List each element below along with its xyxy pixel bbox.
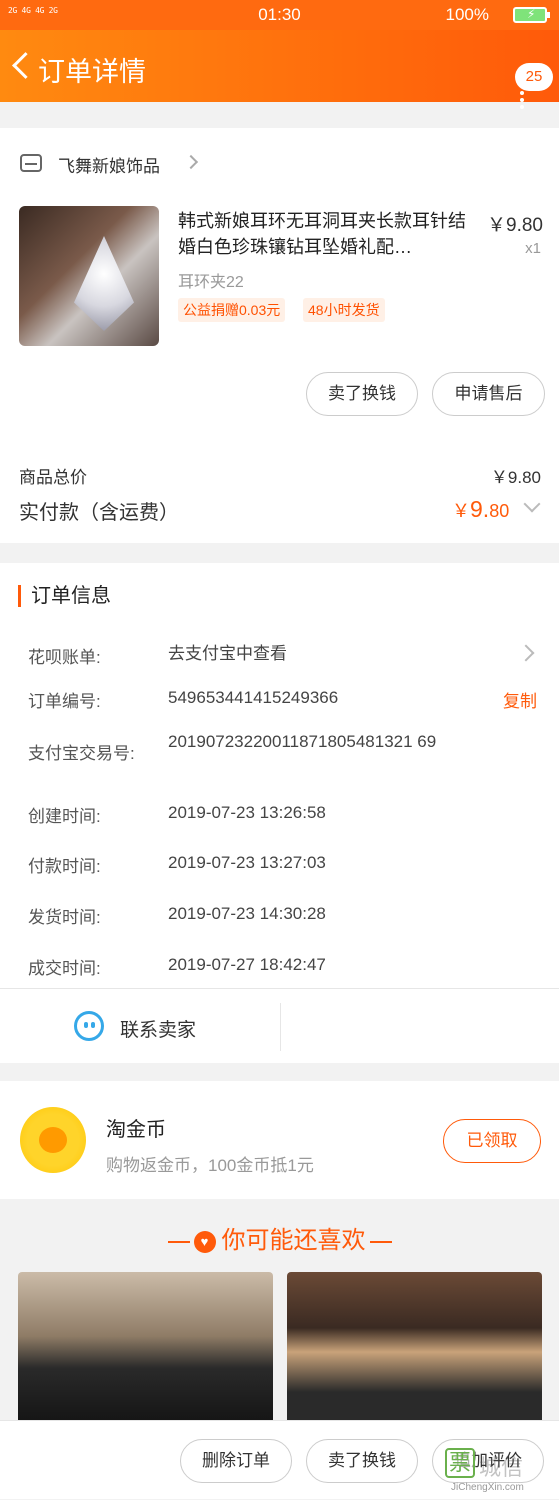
chevron-right-icon <box>183 154 199 170</box>
resell-bottom-button[interactable]: 卖了换钱 <box>306 1439 418 1483</box>
chevron-right-icon <box>517 644 535 662</box>
coins-desc: 购物返金币，100金币抵1元 <box>106 1156 314 1175</box>
product-sku: 耳环夹22 <box>178 274 244 291</box>
watermark-text: 城信 <box>479 1455 524 1480</box>
coins-card: 淘金币 购物返金币，100金币抵1元 已领取 <box>0 1081 559 1199</box>
delete-order-button[interactable]: 删除订单 <box>180 1439 292 1483</box>
row-value: 549653441415249366 <box>168 688 339 707</box>
shop-name: 飞舞新娘饰品 <box>58 157 160 176</box>
product-price: ￥9.80 <box>487 215 543 236</box>
row-key: 成交时间: <box>28 959 101 978</box>
paid-label: 实付款（含运费） <box>19 502 179 524</box>
divider <box>280 1003 281 1051</box>
row-value: 2019-07-23 13:26:58 <box>168 803 326 822</box>
nav-bar: 订单详情 25 <box>0 30 559 109</box>
goods-total-value: ￥9.80 <box>490 468 541 487</box>
order-info-card: 订单信息 花呗账单: 去支付宝中查看 订单编号: 549653441415249… <box>0 563 559 1063</box>
row-value: 2019-07-27 18:42:47 <box>168 955 326 974</box>
product-image[interactable] <box>19 206 159 346</box>
back-icon[interactable] <box>10 50 34 80</box>
shop-icon <box>20 154 42 172</box>
order-info-title: 订单信息 <box>18 585 111 607</box>
heart-icon: ♥ <box>193 1230 216 1253</box>
product-card: 飞舞新娘饰品 韩式新娘耳环无耳洞耳夹长款耳针结婚白色珍珠镶钻耳坠婚礼配… ￥9.… <box>0 128 559 543</box>
coin-icon <box>20 1107 86 1173</box>
battery-icon: ⚡ <box>513 7 550 23</box>
row-key: 付款时间: <box>28 857 101 876</box>
page-title: 订单详情 <box>38 57 146 87</box>
coins-title: 淘金币 <box>106 1119 166 1141</box>
battery-percent: 100% <box>445 5 489 24</box>
goods-total-label: 商品总价 <box>19 468 87 487</box>
status-bar: 2G 4G 4G 2G 01:30 100% ⚡ <box>0 0 559 30</box>
row-key: 发货时间: <box>28 908 101 927</box>
row-key: 支付宝交易号: <box>28 744 135 763</box>
watermark-logo: 票 <box>445 1448 475 1478</box>
row-value: 去支付宝中查看 <box>168 644 287 663</box>
coins-claimed-button[interactable]: 已领取 <box>443 1119 541 1163</box>
recommend-item-image[interactable] <box>287 1272 542 1432</box>
row-key: 创建时间: <box>28 807 101 826</box>
product-quantity: x1 <box>525 240 541 257</box>
product-title[interactable]: 韩式新娘耳环无耳洞耳夹长款耳针结婚白色珍珠镶钻耳坠婚礼配… <box>178 208 478 260</box>
recommend-title: ♥ 你可能还喜欢 <box>0 1220 559 1255</box>
watermark: 票 城信 JiChengXin.com <box>445 1448 557 1496</box>
row-value: 20190723220011871805481321 69 <box>168 732 437 751</box>
row-value: 2019-07-23 13:27:03 <box>168 853 326 872</box>
chevron-down-icon[interactable] <box>523 495 541 513</box>
contact-seller-button[interactable]: 联系卖家 <box>120 1015 196 1042</box>
row-value: 2019-07-23 14:30:28 <box>168 904 326 923</box>
chat-icon[interactable] <box>74 1011 104 1041</box>
message-badge[interactable]: 25 <box>515 63 553 91</box>
row-key: 花呗账单: <box>28 648 101 667</box>
copy-button[interactable]: 复制 <box>503 687 537 712</box>
after-sales-button[interactable]: 申请售后 <box>432 372 545 416</box>
row-key: 订单编号: <box>28 692 101 711</box>
more-icon[interactable] <box>517 88 527 112</box>
contact-bar: 联系卖家 <box>0 988 559 1064</box>
watermark-url: JiChengXin.com <box>451 1482 524 1493</box>
charity-tag: 公益捐赠0.03元 <box>178 298 286 322</box>
paid-value: ￥9.80 <box>452 496 510 522</box>
recommend-item-image[interactable] <box>18 1272 273 1432</box>
resell-button[interactable]: 卖了换钱 <box>306 372 418 416</box>
shipping-tag: 48小时发货 <box>303 298 385 322</box>
